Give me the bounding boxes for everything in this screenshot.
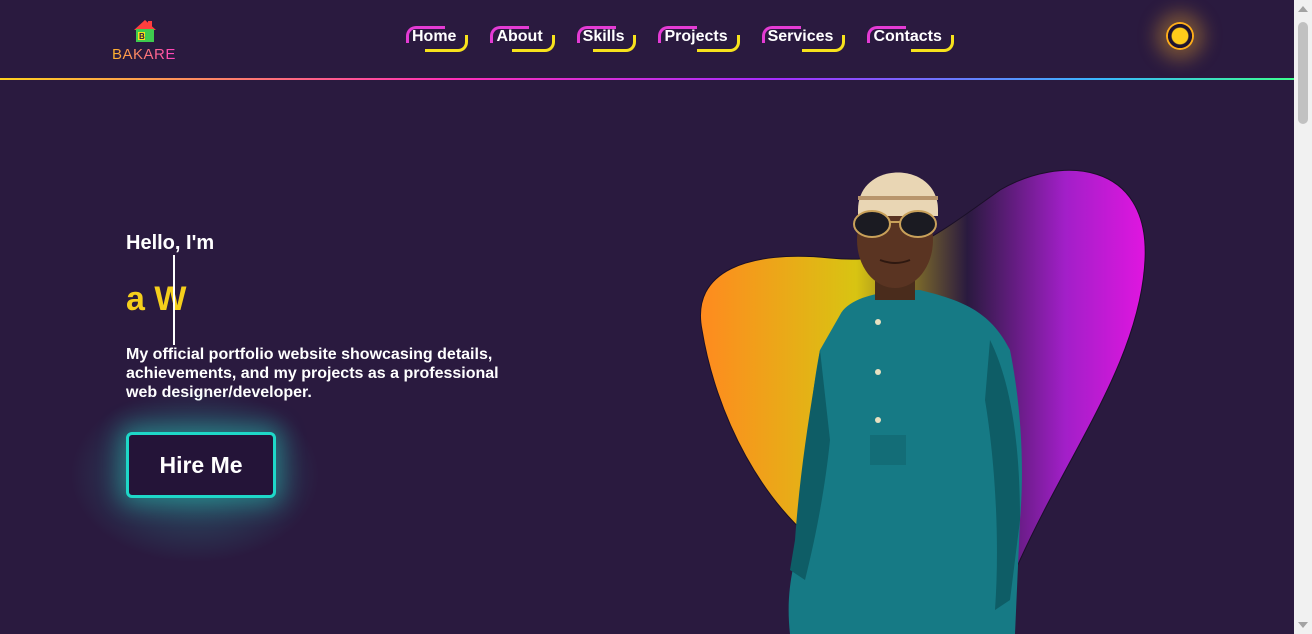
- hire-me-button[interactable]: Hire Me: [126, 432, 276, 498]
- main-nav: Home About Skills Projects Services Cont…: [404, 24, 974, 52]
- logo[interactable]: B BAKARE: [112, 16, 176, 64]
- nav-home[interactable]: Home: [404, 24, 469, 52]
- nav-contacts[interactable]: Contacts: [865, 24, 955, 52]
- hero-typing-text: a W: [126, 280, 187, 318]
- scroll-up-arrow-icon[interactable]: [1298, 6, 1308, 12]
- logo-badge-letter: B: [139, 32, 145, 41]
- scroll-thumb[interactable]: [1298, 22, 1308, 124]
- house-logo-icon: B: [134, 20, 156, 42]
- logo-text: BAKARE: [112, 46, 176, 63]
- scroll-down-arrow-icon[interactable]: [1298, 622, 1308, 628]
- nav-projects[interactable]: Projects: [656, 24, 740, 52]
- nav-about[interactable]: About: [488, 24, 555, 52]
- site-header: B BAKARE Home About Skills Projects Serv…: [0, 0, 1294, 78]
- typing-cursor: [173, 255, 175, 345]
- hero-portrait-image: [700, 169, 1146, 634]
- header-divider: [0, 78, 1294, 80]
- page-scrollbar[interactable]: [1294, 0, 1312, 634]
- theme-toggle-sun-icon[interactable]: [1166, 22, 1194, 50]
- hero-greeting: Hello, I'm: [126, 232, 215, 254]
- nav-services[interactable]: Services: [760, 24, 846, 52]
- nav-skills[interactable]: Skills: [575, 24, 637, 52]
